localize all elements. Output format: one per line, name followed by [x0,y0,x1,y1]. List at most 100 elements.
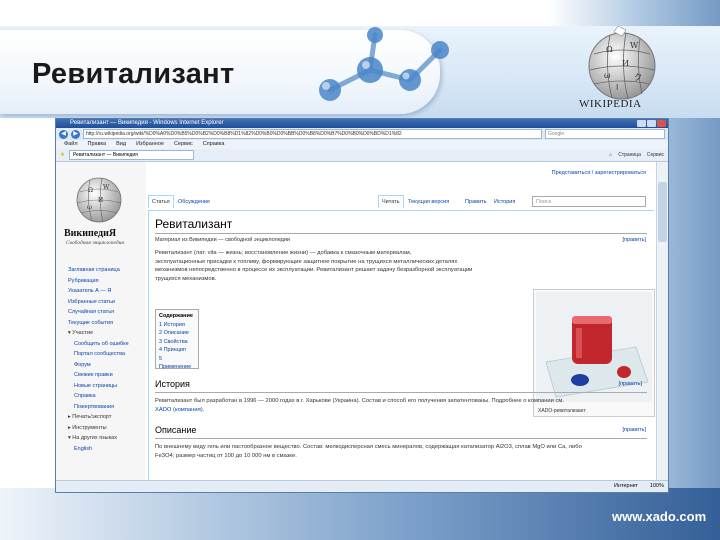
status-bar: Интернет 100% [56,480,668,492]
sidebar-item[interactable]: English [68,444,129,455]
scrollbar-thumb[interactable] [658,182,667,242]
close-button[interactable] [657,120,666,127]
tab-history[interactable]: История [494,196,515,208]
wiki-search-input[interactable]: Поиск [532,196,646,207]
svg-text:И: И [98,197,103,204]
vertical-scrollbar[interactable] [656,162,668,480]
menu-favorites[interactable]: Избранное [136,140,164,149]
browser-search-input[interactable]: Google [545,129,665,139]
article-title: Ревитализант [155,217,233,231]
menu-tools[interactable]: Сервис [174,140,193,149]
intro-line: эксплуатационные присадки к топливу, фор… [155,258,458,265]
browser-title-bar: Ревитализант — Википедия - Windows Inter… [56,119,668,128]
toc-item[interactable]: 4 Принцип [159,346,195,355]
command-bar: ⌂ Страница Сервис [609,152,668,158]
browser-screenshot: Ревитализант — Википедия - Windows Inter… [55,118,669,493]
window-controls [637,120,666,127]
zoom-level[interactable]: 100% [650,481,664,492]
intro-line: механизмов непосредственно в процессе их… [155,267,473,273]
toc-title: Содержание [159,313,193,319]
personal-tools-link[interactable]: Представиться / зарегистрироваться [552,170,646,176]
menu-help[interactable]: Справка [203,140,225,149]
sidebar-item[interactable]: Указатель А — Я [68,286,129,297]
home-icon[interactable]: ⌂ [609,152,612,158]
history-line: Ревитализант был разработан в 1996 — 200… [155,398,565,404]
favorites-star-icon[interactable]: ★ [60,152,65,158]
sidebar-section-header[interactable]: ▸ Инструменты [68,423,129,434]
toc-item[interactable]: 5 Применение [159,355,195,372]
wiki-slogan: Свободная энциклопедия [66,240,124,246]
toc-item[interactable]: 3 Свойства [159,338,195,347]
svg-text:И: И [622,59,629,68]
article-source-note: Материал из Википедии — свободной энцикл… [155,237,290,243]
section-rule [155,392,647,393]
sidebar-item[interactable]: Сообщить об ошибке [68,339,129,350]
maximize-button[interactable] [647,120,656,127]
description-text: По внешнему виду гель или пастообразное … [155,443,650,460]
tab-read[interactable]: Читать [378,195,404,208]
sidebar-item[interactable]: Форум [68,360,129,371]
sidebar-section-header[interactable]: ▾ На других языках [68,433,129,444]
wiki-main: Представиться / зарегистрироваться Стать… [148,162,656,481]
svg-text:ا: ا [616,83,618,92]
menu-edit[interactable]: Правка [88,140,107,149]
svg-text:ω: ω [87,204,92,211]
sidebar-section-header[interactable]: ▸ Печать/экспорт [68,412,129,423]
sidebar-item[interactable]: Текущие события [68,318,129,329]
tab-edit[interactable]: Править [465,196,486,208]
sidebar-item[interactable]: Случайная статья [68,307,129,318]
sidebar-item[interactable]: Заглавная страница [68,265,129,276]
wiki-logo-icon[interactable]: Ω WИω [72,174,126,224]
sidebar-item[interactable]: Новые страницы [68,381,129,392]
footer-url: www.xado.com [612,509,707,524]
description-line: Fe3O4; размер частиц от 100 до 10 000 нм… [155,452,297,459]
sidebar-item[interactable]: Избранные статьи [68,297,129,308]
security-zone: Интернет [614,483,638,489]
description-line: По внешнему виду гель или пастообразное … [155,444,582,450]
wikipedia-wordmark: WIKIPEDIA [579,98,642,110]
sidebar-item[interactable]: Рубрикация [68,276,129,287]
section-heading-history: История [155,379,190,389]
wiki-brand: ВикипедиЯ [64,228,117,239]
edit-link-description[interactable]: [править] [622,427,646,433]
history-line: XADO (компания). [155,406,205,413]
section-heading-description: Описание [155,425,197,435]
slide-title: Ревитализант [32,58,235,90]
history-text: Ревитализант был разработан в 1996 — 200… [155,397,650,414]
svg-text:ク: ク [634,73,642,82]
address-field[interactable]: http://ru.wikipedia.org/wiki/%D0%A0%D0%B… [83,129,542,139]
back-button[interactable]: ◀ [59,129,68,139]
wikipedia-globe-logo: Ω WИ ω ク ا [588,26,656,100]
wiki-article: Ревитализант Материал из Википедии — сво… [148,210,655,481]
section-rule [155,438,647,439]
molecule-graphic [319,27,449,101]
svg-text:Ω: Ω [88,187,93,194]
edit-link-history[interactable]: [править] [618,381,642,387]
svg-text:W: W [630,41,639,50]
sidebar-item[interactable]: Пожертвования [68,402,129,413]
minimize-button[interactable] [637,120,646,127]
tab-current-version[interactable]: Текущая версия [408,196,449,208]
browser-tab[interactable]: Ревитализант — Википедия [68,150,194,160]
tab-discussion[interactable]: Обсуждение [178,196,210,208]
intro-line: Ревитализант (лат. vita — жизнь; восстан… [155,250,412,256]
menu-file[interactable]: Файл [64,140,78,149]
menu-view[interactable]: Вид [116,140,126,149]
favorites-bar: ★ Ревитализант — Википедия ⌂ Страница Се… [56,149,668,162]
sidebar-item[interactable]: Свежие правки [68,370,129,381]
svg-text:W: W [103,184,110,191]
toc-item[interactable]: 1 История [159,321,195,330]
toc-item[interactable]: 2 Описание [159,329,195,338]
forward-button[interactable]: ▶ [71,129,80,139]
sidebar-item[interactable]: Портал сообщества [68,349,129,360]
sidebar-section-header[interactable]: ▾ Участие [68,328,129,339]
tools-menu[interactable]: Сервис [647,152,664,158]
browser-window-title: Ревитализант — Википедия - Windows Inter… [70,120,224,126]
sidebar-item[interactable]: Справка [68,391,129,402]
edit-link-intro[interactable]: [править] [622,237,646,243]
intro-line: трущихся механизмов. [155,275,217,282]
svg-text:ω: ω [604,71,611,80]
svg-text:Ω: Ω [606,45,613,54]
page-menu[interactable]: Страница [618,152,641,158]
tab-article[interactable]: Статья [148,195,174,208]
